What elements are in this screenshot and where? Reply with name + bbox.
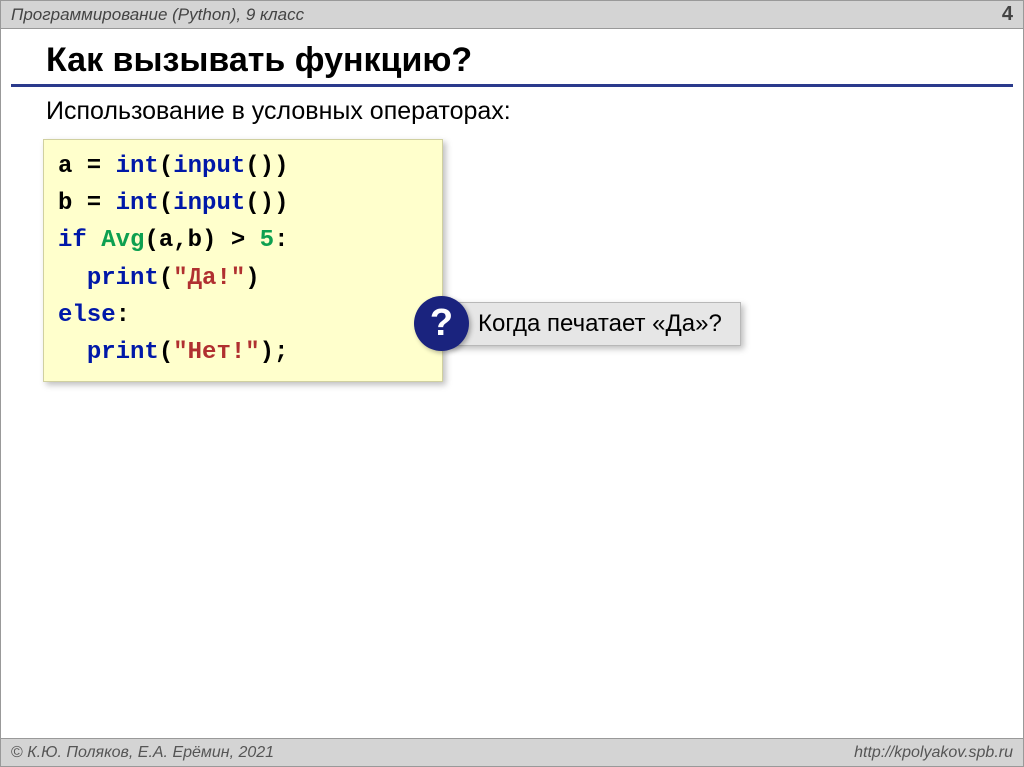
code-line-6: print("Нет!"); [58,334,428,371]
callout-text: Когда печатает «Да»? [447,302,741,346]
code-line-4: print("Да!") [58,260,428,297]
header-course-title: Программирование (Python), 9 класс [11,5,304,25]
code-line-1: a = int(input()) [58,148,428,185]
footer-bar: К.Ю. Поляков, Е.А. Ерёмин, 2021 http://k… [1,738,1023,766]
slide-subtitle: Использование в условных операторах: [1,97,1023,126]
footer-url: http://kpolyakov.spb.ru [854,744,1013,762]
code-block: a = int(input()) b = int(input()) if Avg… [43,139,443,382]
header-bar: Программирование (Python), 9 класс 4 [1,1,1023,29]
question-mark-icon: ? [414,296,469,351]
question-callout: ? Когда печатает «Да»? [414,296,741,351]
page-number: 4 [1002,3,1013,26]
footer-authors: К.Ю. Поляков, Е.А. Ерёмин, 2021 [11,744,274,762]
code-line-3: if Avg(a,b) > 5: [58,222,428,259]
code-line-5: else: [58,297,428,334]
slide-title: Как вызывать функцию? [11,29,1013,87]
code-line-2: b = int(input()) [58,185,428,222]
